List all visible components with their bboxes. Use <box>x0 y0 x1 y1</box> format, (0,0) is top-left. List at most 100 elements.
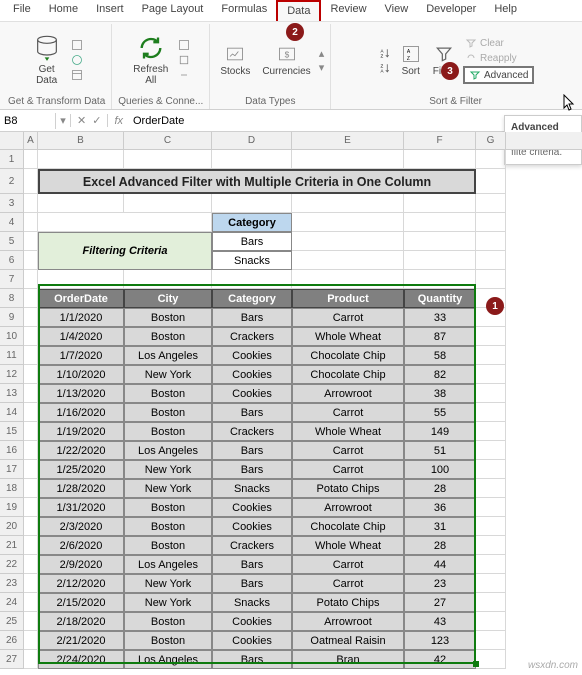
table-cell[interactable]: Cookies <box>212 384 292 403</box>
table-cell[interactable]: 36 <box>404 498 476 517</box>
table-cell[interactable]: New York <box>124 574 212 593</box>
table-cell[interactable]: Cookies <box>212 517 292 536</box>
table-cell[interactable]: Whole Wheat <box>292 536 404 555</box>
reapply-filter-button[interactable]: Reapply <box>463 51 534 65</box>
criteria-value[interactable]: Snacks <box>212 251 292 270</box>
cell[interactable] <box>292 213 404 232</box>
criteria-value[interactable]: Bars <box>212 232 292 251</box>
cell[interactable] <box>24 270 38 289</box>
table-cell[interactable]: Cookies <box>212 498 292 517</box>
table-cell[interactable]: Bars <box>212 650 292 669</box>
advanced-filter-button[interactable]: Advanced <box>463 66 534 84</box>
cell[interactable] <box>476 631 506 650</box>
row-header[interactable]: 24 <box>0 593 24 612</box>
cell[interactable] <box>292 194 404 213</box>
table-cell[interactable]: 1/13/2020 <box>38 384 124 403</box>
cell[interactable] <box>476 574 506 593</box>
cell[interactable] <box>476 251 506 270</box>
table-cell[interactable]: New York <box>124 479 212 498</box>
table-cell[interactable]: Whole Wheat <box>292 422 404 441</box>
row-header[interactable]: 16 <box>0 441 24 460</box>
table-cell[interactable]: 149 <box>404 422 476 441</box>
table-cell[interactable]: Bars <box>212 441 292 460</box>
cell[interactable] <box>404 251 476 270</box>
cell[interactable] <box>24 441 38 460</box>
from-table-icon[interactable] <box>69 68 85 82</box>
cell[interactable] <box>24 289 38 308</box>
table-cell[interactable]: 28 <box>404 479 476 498</box>
stocks-button[interactable]: Stocks <box>216 42 254 79</box>
table-cell[interactable]: New York <box>124 365 212 384</box>
table-cell[interactable]: Chocolate Chip <box>292 346 404 365</box>
cell[interactable] <box>24 574 38 593</box>
cell[interactable] <box>24 422 38 441</box>
cell[interactable] <box>404 194 476 213</box>
table-cell[interactable]: Boston <box>124 422 212 441</box>
table-cell[interactable]: 27 <box>404 593 476 612</box>
row-header[interactable]: 12 <box>0 365 24 384</box>
col-header-E[interactable]: E <box>292 132 404 149</box>
cell[interactable] <box>24 403 38 422</box>
cell[interactable] <box>476 403 506 422</box>
row-header[interactable]: 10 <box>0 327 24 346</box>
table-cell[interactable]: Bars <box>212 574 292 593</box>
col-header-B[interactable]: B <box>38 132 124 149</box>
table-cell[interactable]: 87 <box>404 327 476 346</box>
table-cell[interactable]: Boston <box>124 631 212 650</box>
table-cell[interactable]: Bars <box>212 555 292 574</box>
cell[interactable] <box>404 213 476 232</box>
col-header-D[interactable]: D <box>212 132 292 149</box>
table-cell[interactable]: Bars <box>212 403 292 422</box>
cell[interactable] <box>24 365 38 384</box>
from-text-icon[interactable] <box>69 38 85 52</box>
table-cell[interactable]: Carrot <box>292 403 404 422</box>
row-header[interactable]: 21 <box>0 536 24 555</box>
table-cell[interactable]: 1/10/2020 <box>38 365 124 384</box>
cell[interactable] <box>24 536 38 555</box>
cell[interactable] <box>476 498 506 517</box>
menu-tab-home[interactable]: Home <box>40 0 87 21</box>
table-cell[interactable]: 44 <box>404 555 476 574</box>
table-cell[interactable]: 2/24/2020 <box>38 650 124 669</box>
table-cell[interactable]: Crackers <box>212 536 292 555</box>
row-header[interactable]: 27 <box>0 650 24 669</box>
cell[interactable] <box>476 169 506 194</box>
table-cell[interactable]: 2/18/2020 <box>38 612 124 631</box>
cell[interactable] <box>292 150 404 169</box>
col-header-C[interactable]: C <box>124 132 212 149</box>
table-cell[interactable]: Arrowroot <box>292 498 404 517</box>
cell[interactable] <box>24 213 38 232</box>
table-cell[interactable]: Arrowroot <box>292 612 404 631</box>
table-cell[interactable]: 33 <box>404 308 476 327</box>
table-cell[interactable]: Carrot <box>292 574 404 593</box>
table-cell[interactable]: 1/7/2020 <box>38 346 124 365</box>
table-cell[interactable]: Boston <box>124 327 212 346</box>
refresh-all-button[interactable]: Refresh All <box>129 32 172 88</box>
table-cell[interactable]: Oatmeal Raisin <box>292 631 404 650</box>
table-cell[interactable]: Boston <box>124 384 212 403</box>
table-cell[interactable]: 38 <box>404 384 476 403</box>
cell[interactable] <box>476 593 506 612</box>
row-header[interactable]: 19 <box>0 498 24 517</box>
queries-pane-icon[interactable] <box>176 38 192 52</box>
cell[interactable] <box>38 194 124 213</box>
cell[interactable] <box>404 232 476 251</box>
name-box-dropdown[interactable]: ▾ <box>56 114 71 127</box>
table-cell[interactable]: Los Angeles <box>124 555 212 574</box>
cell[interactable] <box>476 460 506 479</box>
cell[interactable] <box>24 498 38 517</box>
cell[interactable] <box>24 460 38 479</box>
table-cell[interactable]: 2/9/2020 <box>38 555 124 574</box>
table-cell[interactable]: Los Angeles <box>124 346 212 365</box>
menu-tab-developer[interactable]: Developer <box>417 0 485 21</box>
clear-filter-button[interactable]: Clear <box>463 36 534 50</box>
sort-asc-button[interactable]: AZ <box>377 46 393 60</box>
table-cell[interactable]: 58 <box>404 346 476 365</box>
table-cell[interactable]: Carrot <box>292 308 404 327</box>
table-cell[interactable]: Chocolate Chip <box>292 517 404 536</box>
table-cell[interactable]: 2/3/2020 <box>38 517 124 536</box>
criteria-label[interactable]: Filtering Criteria <box>38 232 212 270</box>
cell[interactable] <box>24 517 38 536</box>
table-cell[interactable]: 2/21/2020 <box>38 631 124 650</box>
cancel-formula-icon[interactable]: ✕ <box>77 114 86 127</box>
